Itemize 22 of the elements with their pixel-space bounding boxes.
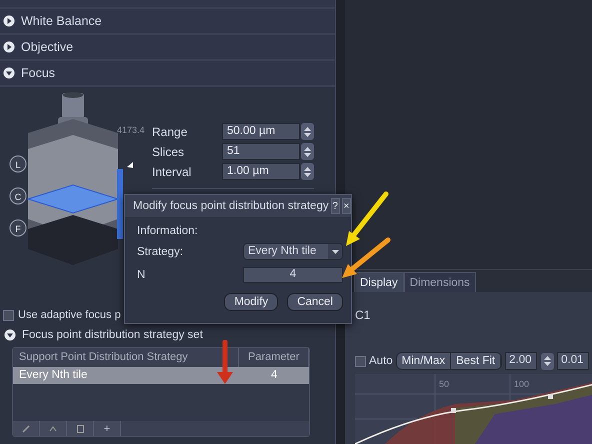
tick-label: 50	[439, 379, 450, 389]
field-label: Slices	[152, 144, 186, 158]
section-title: Focus	[21, 66, 56, 80]
section-title: White Balance	[21, 14, 102, 28]
dialog-title: Modify focus point distribution strategy	[133, 200, 329, 212]
checkbox-label: Auto	[369, 355, 393, 367]
field-label: Range	[152, 124, 188, 138]
information-label: Information:	[137, 225, 199, 237]
position-label: L	[16, 160, 20, 170]
tick-label: 100	[514, 379, 530, 389]
field-label: Interval	[152, 164, 192, 178]
table-cell-text: Every Nth tile	[18, 368, 88, 383]
position-label: F	[15, 224, 21, 234]
scale-value: 4173.4	[117, 125, 145, 135]
section-title: Focus point distribution strategy set	[22, 329, 203, 341]
channel-label: C1	[355, 308, 372, 322]
section-title: Objective	[21, 40, 74, 54]
field-label: Strategy:	[137, 246, 184, 258]
checkbox-label: Use adaptive focus p	[18, 309, 121, 321]
field-label: N	[137, 268, 146, 280]
table-cell-text: 4	[270, 368, 278, 383]
position-label: C	[14, 192, 22, 202]
